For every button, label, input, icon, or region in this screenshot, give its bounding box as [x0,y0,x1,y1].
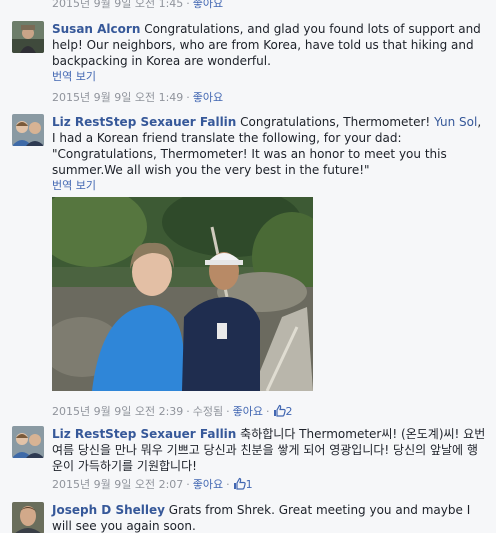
see-translation-link[interactable]: 번역 보기 [52,178,486,194]
like-count[interactable]: 2 [273,404,293,421]
avatar[interactable] [12,426,44,458]
avatar[interactable] [12,114,44,146]
thumbs-up-icon [233,477,246,494]
comment-photo[interactable] [52,197,313,391]
thumbs-up-icon [273,404,286,421]
edited-label[interactable]: 수정됨 [193,405,223,418]
like-link[interactable]: 좋아요 [193,91,223,104]
author-name[interactable]: Joseph D Shelley [52,503,165,517]
comment: Joseph D Shelley Grats from Shrek. Great… [12,502,486,533]
comment-text: Joseph D Shelley Grats from Shrek. Great… [52,502,486,533]
like-link[interactable]: 좋아요 [233,405,263,418]
mention-link[interactable]: Yun Sol [434,115,477,129]
like-count[interactable]: 1 [233,477,253,494]
comment-text: Susan Alcorn Congratulations, and glad y… [52,21,486,69]
comment-text: Liz RestStep Sexauer Fallin 축하합니다 Thermo… [52,426,486,474]
comment-body-start: Congratulations, Thermometer! [240,115,435,129]
avatar[interactable] [12,21,44,53]
like-link[interactable]: 좋아요 [193,0,223,10]
author-name[interactable]: Liz RestStep Sexauer Fallin [52,427,236,441]
avatar[interactable] [12,502,44,533]
timestamp[interactable]: 2015년 9월 9일 오전 1:49 [52,91,183,104]
comment: Liz RestStep Sexauer Fallin 축하합니다 Thermo… [12,426,486,496]
like-link[interactable]: 좋아요 [193,478,223,491]
comment-meta: 2015년 9월 9일 오전 2:07 · 좋아요 · 1 [52,477,486,494]
timestamp[interactable]: 2015년 9월 9일 오전 2:39 [52,405,183,418]
comment-thread: 2015년 9월 9일 오전 1:45 · 좋아요 Susan Alcorn Con… [0,0,496,533]
comment-meta: 2015년 9월 9일 오전 2:39 · 수정됨 · 좋아요 · 2 [52,404,293,421]
like-count-value: 1 [245,478,253,491]
timestamp[interactable]: 2015년 9월 9일 오전 2:07 [52,478,183,491]
timestamp[interactable]: 2015년 9월 9일 오전 1:45 [52,0,183,10]
author-name[interactable]: Susan Alcorn [52,22,140,36]
author-name[interactable]: Liz RestStep Sexauer Fallin [52,115,236,129]
comment: Susan Alcorn Congratulations, and glad y… [12,21,486,106]
comment-meta: 2015년 9월 9일 오전 1:49 · 좋아요 [52,91,224,104]
like-count-value: 2 [285,405,293,418]
previous-comment-meta: 2015년 9월 9일 오전 1:45 · 좋아요 [52,0,223,11]
comment-text: Liz RestStep Sexauer Fallin Congratulati… [52,114,486,178]
see-translation-link[interactable]: 번역 보기 [52,69,486,85]
